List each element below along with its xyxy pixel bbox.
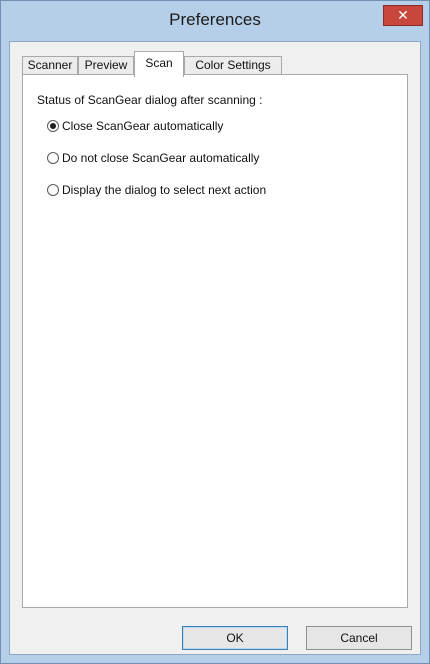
radio-button[interactable] <box>47 152 59 164</box>
radio-close-automatically[interactable]: Close ScanGear automatically <box>47 117 223 135</box>
dialog-client-area: Scanner Preview Scan Color Settings Stat… <box>9 41 421 655</box>
radio-do-not-close[interactable]: Do not close ScanGear automatically <box>47 149 259 167</box>
close-button[interactable]: ✕ <box>383 5 423 26</box>
preferences-window: Preferences ✕ Scanner Preview Scan Color… <box>0 0 430 664</box>
radio-label: Display the dialog to select next action <box>62 183 267 197</box>
radio-display-next-action-dialog[interactable]: Display the dialog to select next action <box>47 181 266 199</box>
scan-status-label: Status of ScanGear dialog after scanning… <box>37 93 263 107</box>
radio-button[interactable] <box>47 184 59 196</box>
radio-label: Do not close ScanGear automatically <box>62 151 260 165</box>
scan-tab-panel: Status of ScanGear dialog after scanning… <box>22 74 408 608</box>
tab-scanner[interactable]: Scanner <box>22 56 78 75</box>
tab-preview[interactable]: Preview <box>78 56 134 75</box>
title-bar[interactable]: Preferences ✕ <box>1 1 429 41</box>
ok-button[interactable]: OK <box>182 626 288 650</box>
window-title: Preferences <box>169 10 261 29</box>
cancel-button[interactable]: Cancel <box>306 626 412 650</box>
tab-scan[interactable]: Scan <box>134 51 184 77</box>
radio-dot-icon <box>50 123 56 129</box>
radio-label: Close ScanGear automatically <box>62 119 224 133</box>
close-icon: ✕ <box>397 7 409 23</box>
tab-color-settings[interactable]: Color Settings <box>184 56 282 75</box>
radio-button-selected[interactable] <box>47 120 59 132</box>
